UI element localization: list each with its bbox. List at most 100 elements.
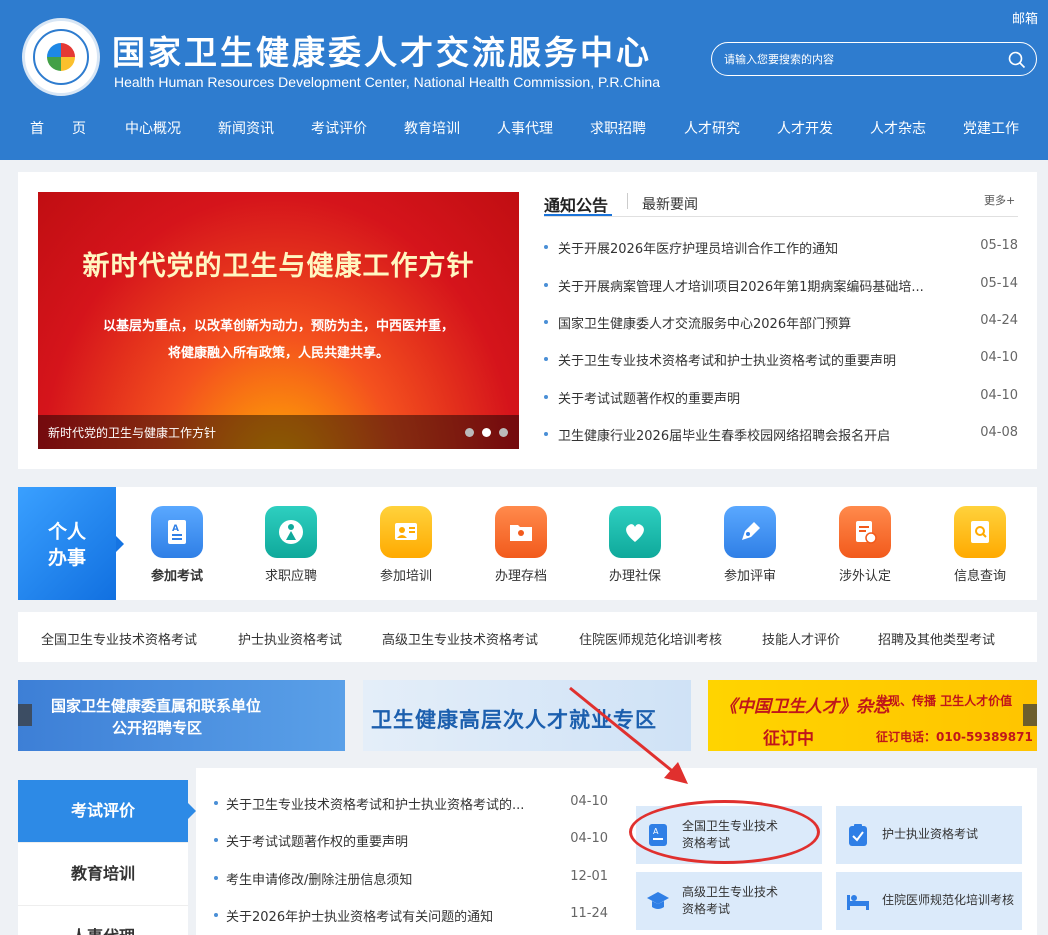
quick-link-nurse[interactable]: 护士执业资格考试 [836, 806, 1022, 864]
service-job[interactable]: 求职应聘 [246, 506, 336, 586]
nav-personnel-agency[interactable]: 人事代理 [497, 118, 553, 138]
exam-link-national-health-tech[interactable]: 全国卫生专业技术资格考试 [41, 629, 197, 648]
service-foreign-cert[interactable]: 涉外认定 [820, 506, 910, 586]
nav-party-building[interactable]: 党建工作 [963, 118, 1019, 138]
side-tab-personnel[interactable]: 人事代理 [18, 905, 188, 935]
exam-icon: A [151, 506, 203, 558]
exam-news-date: 04-10 [570, 831, 608, 846]
nav-talent-development[interactable]: 人才开发 [777, 118, 833, 138]
banner-prev-arrow[interactable] [18, 704, 32, 726]
quick-link-label-1: 住院医师规范化培训考核 [882, 893, 1015, 907]
quick-link-senior-health-tech[interactable]: 高级卫生专业技术 资格考试 [636, 872, 822, 930]
side-tab-education[interactable]: 教育培训 [18, 842, 188, 904]
news-divider [544, 216, 1018, 217]
service-review[interactable]: 参加评审 [705, 506, 795, 586]
exam-news-title[interactable]: 关于2026年护士执业资格考试有关问题的通知 [226, 906, 546, 925]
banner-magazine-phone: 征订电话：010-59389871 [876, 730, 1033, 744]
quick-link-resident-training[interactable]: 住院医师规范化培训考核 [836, 872, 1022, 930]
site-header: 国家卫生健康委人才交流服务中心 Health Human Resources D… [0, 0, 1048, 160]
list-item[interactable]: 关于开展2026年医疗护理员培训合作工作的通知 05-18 [544, 238, 1018, 258]
service-training[interactable]: 参加培训 [361, 506, 451, 586]
bullet-icon [544, 395, 548, 399]
training-icon [380, 506, 432, 558]
nav-talent-magazine[interactable]: 人才杂志 [870, 118, 926, 138]
news-title[interactable]: 关于开展2026年医疗护理员培训合作工作的通知 [558, 238, 943, 257]
nav-exam-evaluation[interactable]: 考试评价 [311, 118, 367, 138]
banner-subtitle: 公开招聘专区 [112, 719, 203, 737]
nav-center-overview[interactable]: 中心概况 [125, 118, 181, 138]
news-title[interactable]: 卫生健康行业2026届毕业生春季校园网络招聘会报名开启 [558, 425, 943, 444]
bullet-icon [214, 801, 218, 805]
news-title[interactable]: 国家卫生健康委人才交流服务中心2026年部门预算 [558, 313, 943, 332]
site-subtitle: Health Human Resources Development Cente… [114, 74, 660, 90]
list-item[interactable]: 卫生健康行业2026届毕业生春季校园网络招聘会报名开启 04-08 [544, 425, 1018, 445]
service-label: 信息查询 [953, 569, 1006, 584]
list-item[interactable]: 国家卫生健康委人才交流服务中心2026年部门预算 04-24 [544, 313, 1018, 333]
news-date: 04-10 [980, 350, 1018, 365]
quick-link-label-1: 护士执业资格考试 [882, 827, 979, 841]
quick-link-label-2: 资格考试 [682, 902, 731, 916]
news-date: 04-08 [980, 425, 1018, 440]
tab-divider [627, 193, 628, 209]
service-exam[interactable]: A 参加考试 [132, 506, 222, 586]
exam-link-nurse[interactable]: 护士执业资格考试 [238, 629, 342, 648]
more-link[interactable]: 更多+ [984, 192, 1015, 208]
banner-magazine[interactable]: 《中国卫生人才》杂志 发现、传播 卫生人才价值 征订中 征订电话：010-593… [708, 680, 1037, 751]
slider-dot-1[interactable] [465, 428, 474, 437]
tab-latest-news[interactable]: 最新要闻 [642, 194, 698, 214]
slider-dot-3[interactable] [499, 428, 508, 437]
banner-recruitment-zone[interactable]: 国家卫生健康委直属和联系单位 公开招聘专区 [18, 680, 345, 751]
bullet-icon [544, 320, 548, 324]
exam-link-senior-health-tech[interactable]: 高级卫生专业技术资格考试 [382, 629, 538, 648]
bullet-icon [544, 357, 548, 361]
exam-news-date: 04-10 [570, 794, 608, 809]
nav-job-recruitment[interactable]: 求职招聘 [590, 118, 646, 138]
bullet-icon [544, 283, 548, 287]
service-info-query[interactable]: 信息查询 [935, 506, 1025, 586]
nav-home[interactable]: 首 页 [30, 118, 86, 138]
bullet-icon [544, 432, 548, 436]
exam-news-title[interactable]: 关于卫生专业技术资格考试和护士执业资格考试的... [226, 794, 546, 813]
service-label: 参加培训 [379, 569, 432, 584]
service-social-security[interactable]: 办理社保 [590, 506, 680, 586]
banner-next-arrow[interactable] [1023, 704, 1037, 726]
nav-news[interactable]: 新闻资讯 [218, 118, 274, 138]
svg-text:A: A [172, 524, 179, 534]
exam-link-resident-training[interactable]: 住院医师规范化培训考核 [579, 629, 722, 648]
archive-icon [495, 506, 547, 558]
news-title[interactable]: 关于开展病案管理人才培训项目2026年第1期病案编码基础培... [558, 276, 943, 295]
list-item[interactable]: 关于考试试题著作权的重要声明 04-10 [214, 831, 608, 851]
news-date: 05-14 [980, 276, 1018, 291]
exam-link-skills-evaluation[interactable]: 技能人才评价 [762, 629, 840, 648]
slider-subtext-1: 以基层为重点，以改革创新为动力，预防为主，中西医并重， [102, 319, 454, 334]
mail-link[interactable]: 邮箱 [1012, 8, 1038, 27]
site-logo[interactable] [22, 18, 100, 96]
list-item[interactable]: 关于卫生专业技术资格考试和护士执业资格考试的... 04-10 [214, 794, 608, 814]
slider-headline: 新时代党的卫生与健康工作方针 [82, 251, 475, 282]
service-archive[interactable]: 办理存档 [476, 506, 566, 586]
nav-talent-research[interactable]: 人才研究 [684, 118, 740, 138]
search-input[interactable] [724, 49, 994, 69]
news-title[interactable]: 关于卫生专业技术资格考试和护士执业资格考试的重要声明 [558, 350, 943, 369]
exam-news-title[interactable]: 考生申请修改/删除注册信息须知 [226, 869, 546, 888]
list-item[interactable]: 关于卫生专业技术资格考试和护士执业资格考试的重要声明 04-10 [544, 350, 1018, 370]
slider-dot-2[interactable] [482, 428, 491, 437]
exam-news-title[interactable]: 关于考试试题著作权的重要声明 [226, 831, 546, 850]
service-label: 涉外认定 [838, 569, 891, 584]
list-item[interactable]: 考生申请修改/删除注册信息须知 12-01 [214, 869, 608, 889]
annotation-highlight-oval [629, 800, 820, 864]
nav-education-training[interactable]: 教育培训 [404, 118, 460, 138]
list-item[interactable]: 关于开展病案管理人才培训项目2026年第1期病案编码基础培... 05-14 [544, 276, 1018, 296]
slider[interactable]: 新时代党的卫生与健康工作方针 以基层为重点，以改革创新为动力，预防为主，中西医并… [38, 192, 519, 449]
list-item[interactable]: 关于考试试题著作权的重要声明 04-10 [544, 388, 1018, 408]
news-title[interactable]: 关于考试试题著作权的重要声明 [558, 388, 943, 407]
search-icon[interactable] [1008, 51, 1026, 69]
tab-notices[interactable]: 通知公告 [544, 192, 608, 216]
exam-link-recruitment-other[interactable]: 招聘及其他类型考试 [878, 629, 995, 648]
slider-caption: 新时代党的卫生与健康工作方针 [48, 426, 217, 440]
list-item[interactable]: 关于2026年护士执业资格考试有关问题的通知 11-24 [214, 906, 608, 926]
service-label: 办理存档 [494, 569, 547, 584]
service-label: 求职应聘 [264, 569, 317, 584]
side-tab-exam[interactable]: 考试评价 [18, 780, 196, 842]
banner-magazine-title: 《中国卫生人才》杂志 [720, 697, 890, 717]
